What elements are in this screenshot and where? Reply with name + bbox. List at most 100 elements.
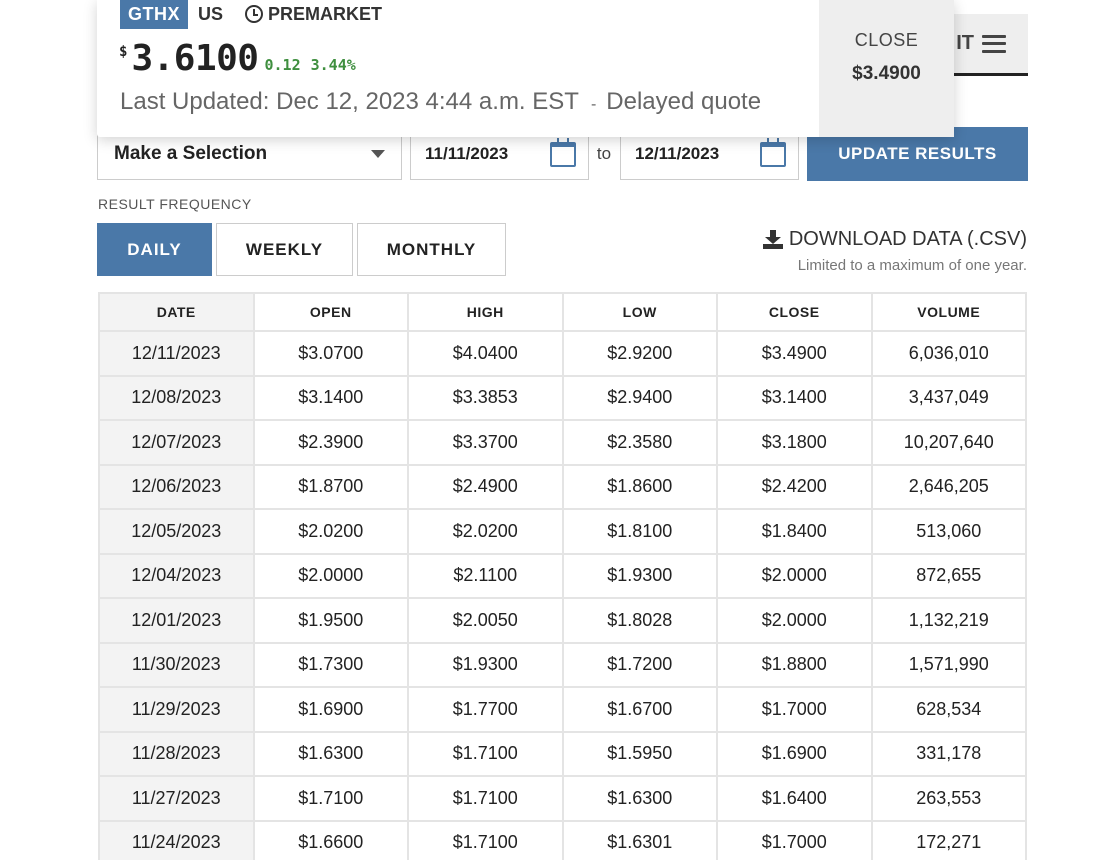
last-updated-row: Last Updated: Dec 12, 2023 4:44 a.m. EST… (120, 88, 761, 116)
column-header-volume: VOLUME (870, 292, 1027, 332)
historical-quotes-table: DATE OPEN HIGH LOW CLOSE VOLUME 12/11/20… (98, 292, 1027, 860)
cell-volume: 872,655 (870, 552, 1027, 599)
start-date-value: 11/11/2023 (425, 144, 509, 163)
currency-symbol: $ (119, 44, 128, 60)
cell-close: $1.7000 (716, 819, 873, 860)
table-row: 11/30/2023 $1.7300 $1.9300 $1.7200 $1.8800 1,… (98, 641, 1027, 688)
cell-open: $3.1400 (252, 374, 409, 421)
cell-high: $1.7100 (407, 730, 564, 777)
cell-open: $3.0700 (252, 330, 409, 377)
cell-date: 12/07/2023 (98, 419, 255, 466)
price-row: $ 3.6100 0.12 3.44% (119, 38, 356, 79)
cell-volume: 3,437,049 (870, 374, 1027, 421)
calendar-icon[interactable] (550, 137, 576, 167)
cell-volume: 513,060 (870, 508, 1027, 555)
cell-high: $3.3853 (407, 374, 564, 421)
cell-date: 12/06/2023 (98, 463, 255, 510)
download-label: DOWNLOAD DATA (.CSV) (788, 228, 1027, 250)
hamburger-menu-icon[interactable] (982, 34, 1006, 53)
cell-open: $1.7100 (252, 775, 409, 822)
close-value: $3.4900 (852, 63, 921, 84)
cell-open: $1.6600 (252, 819, 409, 860)
frequency-weekly-button[interactable]: WEEKLY (216, 223, 353, 276)
last-updated: Last Updated: Dec 12, 2023 4:44 a.m. EST (120, 88, 579, 115)
cell-high: $1.7700 (407, 686, 564, 733)
session-status: PREMARKET (245, 4, 382, 25)
cell-close: $1.8400 (716, 508, 873, 555)
table-row: 12/04/2023 $2.0000 $2.1100 $1.9300 $2.0000 87… (98, 552, 1027, 599)
end-date-value: 12/11/2023 (635, 144, 720, 163)
table-row: 12/11/2023 $3.0700 $4.0400 $2.9200 $3.4900 6,… (98, 330, 1027, 377)
table-header-row: DATE OPEN HIGH LOW CLOSE VOLUME (98, 292, 1027, 332)
ticker-row: GTHX US PREMARKET (120, 0, 382, 29)
close-label: CLOSE (854, 30, 919, 50)
cell-close: $1.7000 (716, 686, 873, 733)
cell-high: $2.0200 (407, 508, 564, 555)
cell-high: $1.9300 (407, 641, 564, 688)
result-frequency-label: RESULT FREQUENCY (98, 196, 252, 212)
cell-open: $1.6900 (252, 686, 409, 733)
cell-open: $2.0200 (252, 508, 409, 555)
frequency-daily-button[interactable]: DAILY (97, 223, 212, 276)
table-row: 11/29/2023 $1.6900 $1.7700 $1.6700 $1.7000 62… (98, 686, 1027, 733)
cell-low: $1.6301 (561, 819, 718, 860)
cell-low: $1.5950 (561, 730, 718, 777)
cell-close: $3.1800 (716, 419, 873, 466)
ticker-symbol: GTHX (120, 0, 189, 29)
cell-low: $1.6300 (561, 775, 718, 822)
clock-icon (245, 5, 264, 23)
cell-volume: 331,178 (870, 730, 1027, 777)
cell-high: $2.4900 (407, 463, 564, 510)
cell-open: $1.7300 (252, 641, 409, 688)
cell-high: $4.0400 (407, 330, 564, 377)
cell-date: 12/04/2023 (98, 552, 255, 599)
menu-tab-label: IT (956, 32, 974, 54)
cell-date: 11/29/2023 (98, 686, 255, 733)
cell-open: $2.0000 (252, 552, 409, 599)
delayed-separator: - (590, 96, 597, 113)
cell-date: 12/01/2023 (98, 597, 255, 644)
cell-volume: 10,207,640 (870, 419, 1027, 466)
download-csv-link[interactable]: DOWNLOAD DATA (.CSV) (762, 228, 1027, 251)
download-icon (762, 229, 783, 250)
frequency-monthly-button[interactable]: MONTHLY (357, 223, 506, 276)
table-row: 12/05/2023 $2.0200 $2.0200 $1.8100 $1.8400 51… (98, 508, 1027, 555)
cell-volume: 2,646,205 (870, 463, 1027, 510)
cell-volume: 628,534 (870, 686, 1027, 733)
cell-low: $1.7200 (561, 641, 718, 688)
cell-high: $1.7100 (407, 775, 564, 822)
chevron-down-icon (371, 150, 385, 158)
cell-open: $1.9500 (252, 597, 409, 644)
cell-high: $1.7100 (407, 819, 564, 860)
cell-close: $2.0000 (716, 597, 873, 644)
cell-high: $3.3700 (407, 419, 564, 466)
close-price-box: CLOSE $3.4900 (819, 0, 954, 137)
calendar-icon[interactable] (760, 137, 786, 167)
cell-high: $2.0050 (407, 597, 564, 644)
price-change: 0.12 (264, 56, 301, 74)
column-header-high: HIGH (407, 292, 564, 332)
cell-date: 12/11/2023 (98, 330, 255, 377)
table-row: 11/24/2023 $1.6600 $1.7100 $1.6301 $1.7000 17… (98, 819, 1027, 860)
cell-high: $2.1100 (407, 552, 564, 599)
table-row: 11/28/2023 $1.6300 $1.7100 $1.5950 $1.6900 33… (98, 730, 1027, 777)
cell-volume: 172,271 (870, 819, 1027, 860)
current-price: 3.6100 (131, 38, 259, 79)
cell-date: 12/08/2023 (98, 374, 255, 421)
cell-close: $1.8800 (716, 641, 873, 688)
select-label: Make a Selection (114, 143, 268, 164)
cell-date: 11/30/2023 (98, 641, 255, 688)
table-row: 12/07/2023 $2.3900 $3.3700 $2.3580 $3.1800 10… (98, 419, 1027, 466)
column-header-close: CLOSE (716, 292, 873, 332)
exchange-label: US (198, 3, 224, 24)
cell-close: $3.1400 (716, 374, 873, 421)
column-header-low: LOW (561, 292, 718, 332)
cell-date: 12/05/2023 (98, 508, 255, 555)
table-row: 11/27/2023 $1.7100 $1.7100 $1.6300 $1.6400 26… (98, 775, 1027, 822)
cell-open: $1.8700 (252, 463, 409, 510)
quote-main: GTHX US PREMARKET $ 3.6100 0.12 3.44% La… (97, 0, 819, 137)
cell-open: $2.3900 (252, 419, 409, 466)
cell-low: $1.8100 (561, 508, 718, 555)
cell-low: $2.9400 (561, 374, 718, 421)
cell-volume: 1,132,219 (870, 597, 1027, 644)
